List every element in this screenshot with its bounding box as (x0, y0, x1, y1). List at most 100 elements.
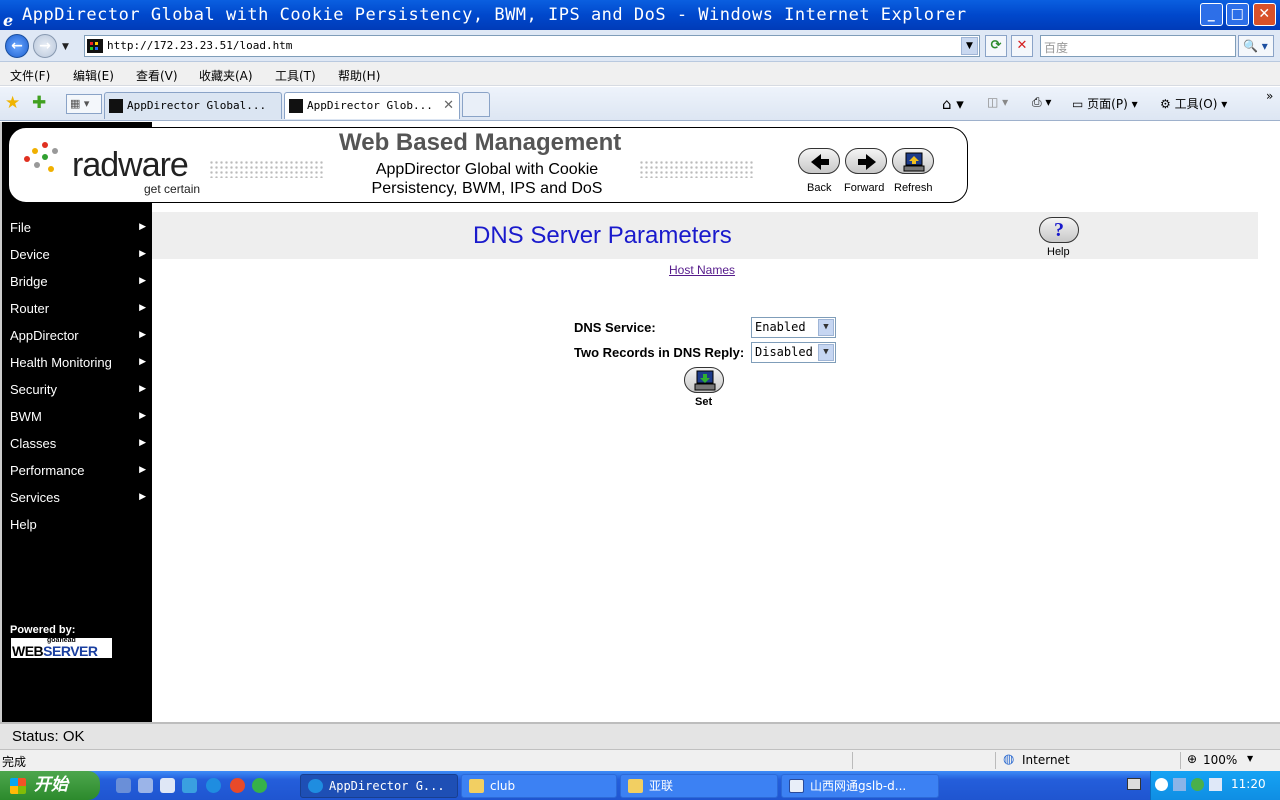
tab-appdirector-2-active[interactable]: AppDirector Glob... ✕ (284, 92, 460, 119)
taskbar-item-yalian[interactable]: 亚联 (620, 774, 778, 798)
sidebar-item-security[interactable]: Security ▶ (10, 382, 150, 397)
tools-menu[interactable]: ⚙ 工具(O) ▾ (1160, 95, 1227, 112)
sidebar-item-bridge[interactable]: Bridge ▶ (10, 274, 150, 289)
sidebar-item-label: Services (10, 490, 60, 505)
taskbar-item-label: 亚联 (649, 779, 674, 793)
quicklaunch-icon[interactable] (230, 778, 245, 793)
decorative-dots (639, 160, 755, 178)
sidebar-item-label: Router (10, 301, 50, 316)
favorites-star-icon[interactable]: ★ (5, 93, 20, 113)
search-button[interactable]: 🔍 ▾ (1238, 35, 1274, 57)
menu-help[interactable]: 帮助(H) (338, 67, 380, 84)
page-menu[interactable]: ▭ 页面(P) ▾ (1072, 95, 1138, 112)
sidebar-item-help[interactable]: Help (10, 517, 150, 532)
goahead-webserver-logo: goahead WEBSERVER (11, 637, 112, 659)
chevron-down-icon[interactable]: ▼ (818, 319, 834, 336)
submenu-arrow-icon: ▶ (139, 383, 146, 393)
browser-refresh-button[interactable]: ⟳ (985, 35, 1007, 57)
two-records-select[interactable]: Disabled ▼ (751, 342, 836, 363)
sidebar: File ▶ Device ▶ Bridge ▶ Router ▶ AppDirecto… (0, 122, 152, 722)
sidebar-item-file[interactable]: File ▶ (10, 220, 150, 235)
folder-icon (628, 779, 643, 793)
address-bar[interactable]: http://172.23.23.51/load.htm ▼ (84, 35, 980, 57)
taskbar-item-label: club (490, 779, 516, 793)
minimize-button[interactable]: _ (1200, 3, 1223, 26)
status-divider (1180, 752, 1181, 769)
chevron-down-icon[interactable]: ▼ (818, 344, 834, 361)
back-label: Back (807, 182, 832, 194)
sidebar-item-health-monitoring[interactable]: Health Monitoring ▶ (10, 355, 150, 370)
menu-view[interactable]: 查看(V) (136, 67, 178, 84)
taskbar-item-appdirector[interactable]: AppDirector G... (300, 774, 458, 798)
sidebar-item-router[interactable]: Router ▶ (10, 301, 150, 316)
quicklaunch-icon[interactable] (182, 778, 197, 793)
sidebar-item-classes[interactable]: Classes ▶ (10, 436, 150, 451)
browser-back-button[interactable]: ← (5, 34, 29, 58)
dns-service-select[interactable]: Enabled ▼ (751, 317, 836, 338)
tray-app-icon[interactable] (1191, 778, 1204, 791)
logo-dot (52, 148, 58, 154)
browser-stop-button[interactable]: ✕ (1011, 35, 1033, 57)
logo-dot (32, 148, 38, 154)
quicklaunch-icon[interactable] (252, 778, 267, 793)
toolbar-overflow-icon[interactable]: » (1266, 89, 1273, 103)
set-button[interactable] (684, 367, 724, 393)
quicklaunch-icon[interactable] (160, 778, 175, 793)
quick-tabs-button[interactable]: ▦ ▾ (66, 94, 102, 114)
menu-edit[interactable]: 编辑(E) (73, 67, 114, 84)
search-input[interactable]: 百度 (1040, 35, 1236, 57)
menu-file[interactable]: 文件(F) (10, 67, 50, 84)
host-names-link[interactable]: Host Names (669, 263, 735, 277)
menu-favorites[interactable]: 收藏夹(A) (199, 67, 253, 84)
taskbar-item-document[interactable]: 山西网通gslb-d... (781, 774, 939, 798)
zoom-dropdown-icon[interactable]: ▼ (1247, 754, 1253, 763)
header-back-button[interactable] (798, 148, 840, 174)
globe-icon: ◍ (1003, 752, 1015, 767)
header-refresh-button[interactable] (892, 148, 934, 174)
zoom-level[interactable]: 100% (1203, 753, 1237, 767)
address-dropdown-icon[interactable]: ▼ (961, 37, 978, 55)
url-text[interactable]: http://172.23.23.51/load.htm (107, 39, 292, 52)
print-icon[interactable]: ⎙ ▾ (1032, 95, 1051, 110)
maximize-button[interactable]: □ (1226, 3, 1249, 26)
new-tab-button[interactable] (462, 92, 490, 117)
add-favorite-icon[interactable]: ✚ (32, 93, 46, 113)
sidebar-item-services[interactable]: Services ▶ (10, 490, 150, 505)
keyboard-icon[interactable] (1127, 778, 1141, 790)
tray-arrow-icon[interactable] (1155, 778, 1168, 791)
tray-app-icon[interactable] (1209, 778, 1222, 791)
submenu-arrow-icon: ▶ (139, 437, 146, 447)
system-clock: 11:20 (1231, 777, 1266, 791)
sidebar-item-device[interactable]: Device ▶ (10, 247, 150, 262)
recent-pages-dropdown-icon[interactable]: ▼ (62, 42, 69, 52)
sidebar-item-appdirector[interactable]: AppDirector ▶ (10, 328, 150, 343)
sidebar-item-label: Performance (10, 463, 85, 478)
header-forward-button[interactable] (845, 148, 887, 174)
ie-quicklaunch-icon[interactable] (206, 778, 221, 793)
start-button[interactable]: 开始 (0, 771, 100, 800)
forward-label: Forward (844, 182, 885, 194)
menu-tools[interactable]: 工具(T) (275, 67, 316, 84)
two-records-value: Disabled (755, 345, 813, 359)
browser-forward-button[interactable]: → (33, 34, 57, 58)
submenu-arrow-icon: ▶ (139, 221, 146, 231)
tab-appdirector-1[interactable]: AppDirector Global... (104, 92, 282, 119)
quicklaunch-icon[interactable] (116, 778, 131, 793)
set-label: Set (695, 396, 713, 408)
close-tab-icon[interactable]: ✕ (443, 98, 454, 113)
home-icon[interactable]: ⌂ ▾ (942, 95, 964, 113)
network-icon[interactable] (1173, 778, 1186, 791)
quicklaunch-icon[interactable] (138, 778, 153, 793)
sidebar-item-label: File (10, 220, 31, 235)
powered-by-label: Powered by: (10, 624, 76, 636)
sidebar-item-performance[interactable]: Performance ▶ (10, 463, 150, 478)
windows-taskbar: 开始 AppDirector G... club 亚联 山西网通gslb-d..… (0, 771, 1280, 800)
feeds-icon[interactable]: ◫ ▾ (987, 95, 1008, 109)
help-button[interactable]: ? (1039, 217, 1079, 243)
taskbar-item-club[interactable]: club (461, 774, 617, 798)
taskbar-item-label: AppDirector G... (329, 779, 445, 793)
zoom-icon[interactable]: ⊕ (1187, 752, 1197, 766)
close-button[interactable]: ✕ (1253, 3, 1276, 26)
browser-status-bar: 完成 ◍ Internet ⊕ 100% ▼ (0, 749, 1280, 771)
sidebar-item-bwm[interactable]: BWM ▶ (10, 409, 150, 424)
